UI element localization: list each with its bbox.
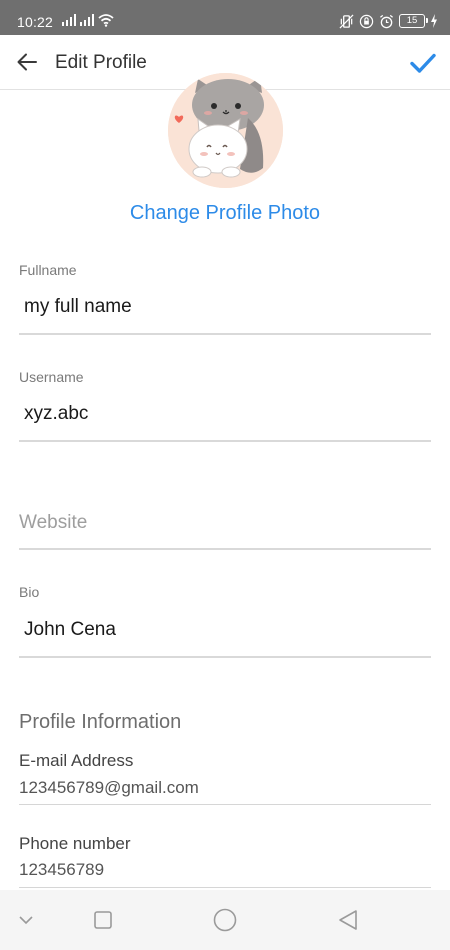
fullname-field[interactable]: Fullname my full name [19,262,431,337]
status-time: 10:22 [17,14,54,30]
page-title: Edit Profile [55,52,147,73]
circle-icon [213,908,237,932]
chevron-down-icon [19,916,33,925]
bio-input[interactable]: John Cena [24,619,116,641]
fullname-input[interactable]: my full name [24,296,132,318]
alarm-icon [380,14,393,28]
bio-underline [19,656,431,658]
cat-couple-avatar [168,73,283,188]
lock-rotation-icon [359,14,374,28]
signal-icon [62,14,78,26]
square-icon [94,911,112,929]
email-label: E-mail Address [19,751,134,770]
username-input[interactable]: xyz.abc [24,403,88,425]
email-value[interactable]: 123456789@gmail.com [19,778,199,798]
charging-icon [431,14,437,28]
recents-button[interactable] [91,908,115,932]
change-profile-photo-link[interactable]: Change Profile Photo [0,202,450,225]
phone-divider [19,887,431,888]
triangle-back-icon [339,910,357,930]
username-label: Username [19,369,84,385]
status-bar: 10:22 15 [0,0,450,35]
hide-keyboard-button[interactable] [14,908,38,932]
username-underline [19,440,431,442]
back-nav-button[interactable] [336,908,360,932]
system-nav-bar [0,890,450,950]
home-button[interactable] [213,908,237,932]
bio-label: Bio [19,584,40,600]
bio-field[interactable]: Bio John Cena [19,584,431,659]
battery-icon: 15 [399,14,428,28]
website-input[interactable]: Website [19,512,87,534]
profile-avatar[interactable] [168,73,283,188]
check-icon [410,53,436,73]
back-button[interactable] [14,49,40,75]
phone-label: Phone number [19,834,131,853]
profile-information-heading: Profile Information [19,711,182,733]
signal-icon [80,14,96,26]
save-button[interactable] [408,48,438,78]
arrow-left-icon [17,53,37,71]
username-field[interactable]: Username xyz.abc [19,369,431,444]
email-divider [19,804,431,805]
website-underline [19,548,431,550]
fullname-underline [19,333,431,335]
website-field[interactable]: Website [19,512,431,552]
vibrate-icon [339,14,354,28]
fullname-label: Fullname [19,262,77,278]
phone-value[interactable]: 123456789 [19,860,104,880]
wifi-icon [98,14,114,27]
